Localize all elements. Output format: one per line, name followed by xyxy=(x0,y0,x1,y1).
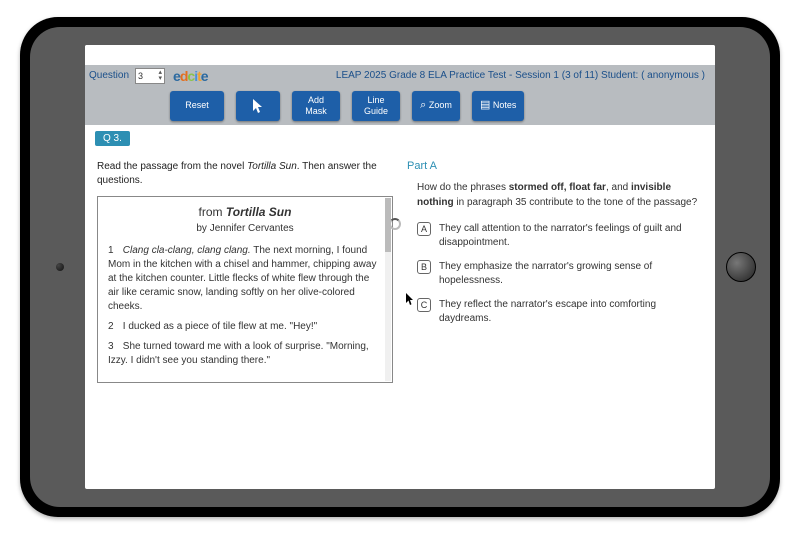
tablet-bezel: Question 3 ▴▾ edcite LEAP 2025 Grade 8 E… xyxy=(30,27,770,507)
cursor-arrow-icon xyxy=(251,98,265,114)
cursor-tool-button[interactable] xyxy=(236,91,280,121)
notes-icon: ▤ xyxy=(480,99,490,111)
zoom-label: ⌕ Zoom xyxy=(420,100,452,111)
line-guide-label: LineGuide xyxy=(364,95,388,117)
part-a-label: Part A xyxy=(407,160,703,172)
passage-title: from Tortilla Sun xyxy=(108,205,382,219)
passage-author: by Jennifer Cervantes xyxy=(108,223,382,234)
add-mask-label: AddMask xyxy=(305,95,327,117)
choice-text: They emphasize the narrator's growing se… xyxy=(439,260,703,288)
instruction-title-italic: Tortilla Sun xyxy=(247,161,297,172)
tablet-home-button[interactable] xyxy=(726,252,756,282)
para-number: 2 xyxy=(108,320,120,334)
question-badge: Q 3. xyxy=(95,131,130,146)
mouse-cursor-icon xyxy=(405,292,415,309)
passage-para: 3 She turned toward me with a look of su… xyxy=(108,340,382,368)
edcite-logo: edcite xyxy=(173,68,208,84)
header-bar: Question 3 ▴▾ edcite LEAP 2025 Grade 8 E… xyxy=(85,65,715,87)
top-whitespace xyxy=(85,45,715,65)
passage-para: 1 Clang cla-clang, clang clang. The next… xyxy=(108,244,382,314)
reset-label: Reset xyxy=(185,100,209,111)
para-italic-lead: Clang cla-clang, clang clang. xyxy=(123,245,251,256)
app-screen: Question 3 ▴▾ edcite LEAP 2025 Grade 8 E… xyxy=(85,45,715,489)
stepper-arrows-icon: ▴▾ xyxy=(159,70,163,82)
question-number-value: 3 xyxy=(138,71,143,81)
zoom-button[interactable]: ⌕ Zoom xyxy=(412,91,460,121)
add-mask-button[interactable]: AddMask xyxy=(292,91,340,121)
loading-spinner-icon xyxy=(389,218,401,230)
answer-choice[interactable]: C They reflect the narrator's escape int… xyxy=(407,298,703,326)
passage-column: Read the passage from the novel Tortilla… xyxy=(97,160,393,383)
question-column: Part A How do the phrases stormed off, f… xyxy=(407,160,703,383)
passage-box: from Tortilla Sun by Jennifer Cervantes … xyxy=(97,196,393,383)
question-number-select[interactable]: 3 ▴▾ xyxy=(135,68,165,84)
choice-text: They reflect the narrator's escape into … xyxy=(439,298,703,326)
para-number: 3 xyxy=(108,340,120,354)
content-area: Read the passage from the novel Tortilla… xyxy=(85,160,715,383)
tablet-frame: Question 3 ▴▾ edcite LEAP 2025 Grade 8 E… xyxy=(20,17,780,517)
instructions: Read the passage from the novel Tortilla… xyxy=(97,160,393,188)
choice-letter[interactable]: C xyxy=(417,298,431,312)
question-text: How do the phrases stormed off, float fa… xyxy=(407,180,703,210)
toolbar: Reset AddMask LineGuide ⌕ Zoom ▤ No xyxy=(85,87,715,125)
choice-letter[interactable]: A xyxy=(417,222,431,236)
question-label: Question xyxy=(89,70,129,81)
line-guide-button[interactable]: LineGuide xyxy=(352,91,400,121)
tablet-camera xyxy=(56,263,64,271)
notes-button[interactable]: ▤ Notes xyxy=(472,91,524,121)
test-title: LEAP 2025 Grade 8 ELA Practice Test - Se… xyxy=(336,70,711,81)
notes-label: ▤ Notes xyxy=(480,100,516,111)
choice-letter[interactable]: B xyxy=(417,260,431,274)
reset-button[interactable]: Reset xyxy=(170,91,224,121)
magnifier-icon: ⌕ xyxy=(420,99,426,111)
choice-text: They call attention to the narrator's fe… xyxy=(439,222,703,250)
passage-para: 2 I ducked as a piece of tile flew at me… xyxy=(108,320,382,334)
answer-choice[interactable]: B They emphasize the narrator's growing … xyxy=(407,260,703,288)
answer-choice[interactable]: A They call attention to the narrator's … xyxy=(407,222,703,250)
para-number: 1 xyxy=(108,244,120,258)
